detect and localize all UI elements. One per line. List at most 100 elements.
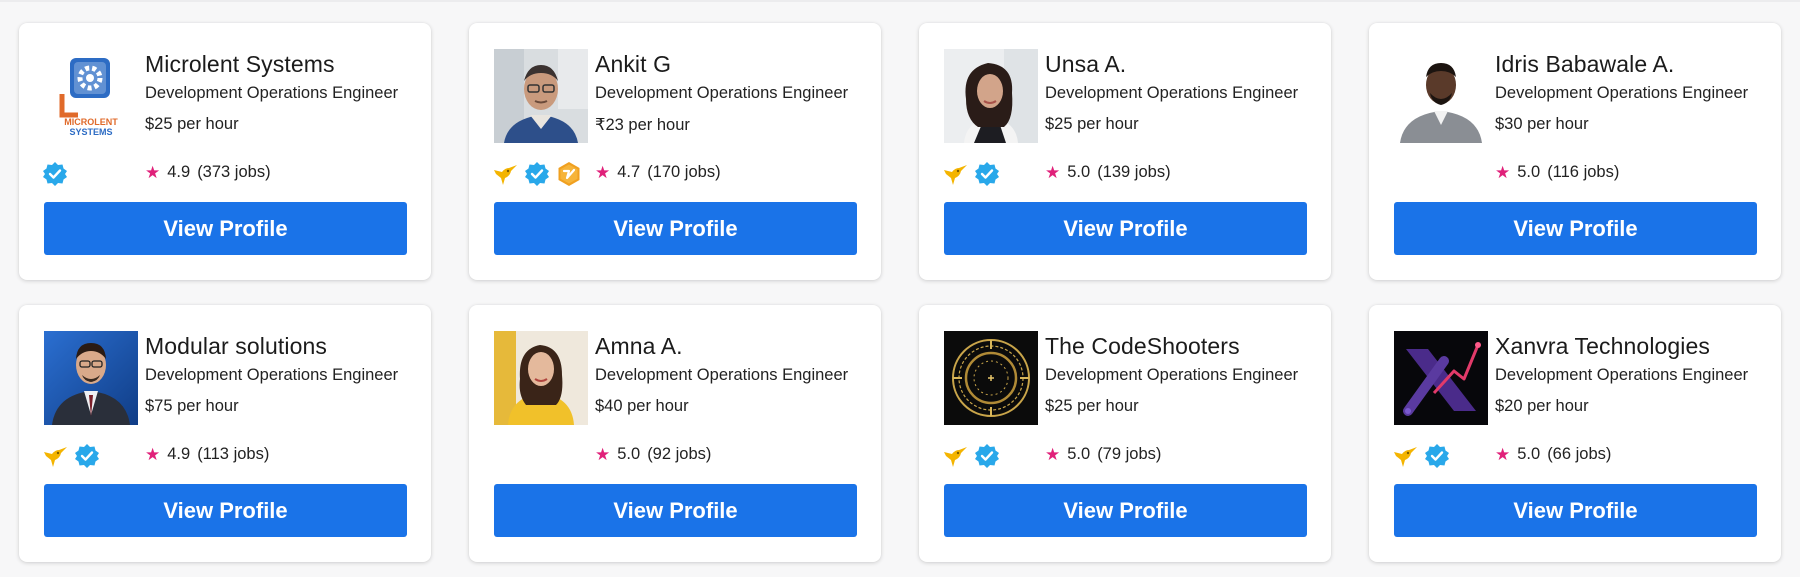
hourly-rate: $30 per hour (1495, 115, 1589, 133)
profile-photo (494, 331, 588, 425)
profile-photo (44, 331, 138, 425)
avatar[interactable] (44, 331, 138, 425)
badge-row (42, 442, 100, 470)
hourly-rate: $40 per hour (595, 397, 689, 415)
avatar[interactable] (944, 49, 1038, 143)
view-profile-button[interactable]: View Profile (494, 484, 857, 537)
star-icon: ★ (595, 445, 611, 464)
rating: ★ 5.0 (139 jobs) (1045, 163, 1171, 182)
badge-row (942, 442, 1000, 470)
rating: ★ 4.7 (170 jobs) (595, 163, 721, 182)
rating: ★ 5.0 (116 jobs) (1495, 163, 1619, 182)
jobs-count: (79 jobs) (1097, 445, 1162, 463)
avatar[interactable]: MICROLENT SYSTEMS (44, 49, 138, 143)
hourly-rate: ₹23 per hour (595, 116, 690, 134)
rating-value: 5.0 (1517, 445, 1541, 463)
freelancer-name[interactable]: Xanvra Technologies (1495, 333, 1710, 360)
star-icon: ★ (145, 163, 161, 182)
page-top-divider (0, 0, 1800, 2)
verified-badge-icon (75, 444, 99, 468)
rating-value: 4.9 (167, 445, 191, 463)
hourly-rate: $75 per hour (145, 397, 239, 415)
hummingbird-icon (494, 165, 517, 185)
freelancer-name[interactable]: Microlent Systems (145, 51, 335, 78)
view-profile-button[interactable]: View Profile (494, 202, 857, 255)
rating: ★ 5.0 (79 jobs) (1045, 445, 1161, 464)
hourly-rate: $20 per hour (1495, 397, 1589, 415)
hourly-rate: $25 per hour (145, 115, 239, 133)
logo-text-line1: MICROLENT (64, 117, 118, 127)
jobs-count: (139 jobs) (1097, 163, 1171, 181)
freelancer-role: Development Operations Engineer (1495, 84, 1749, 102)
freelancer-name[interactable]: The CodeShooters (1045, 333, 1240, 360)
freelancer-role: Development Operations Engineer (145, 84, 399, 102)
verified-badge-icon (1425, 444, 1449, 468)
rating: ★ 4.9 (113 jobs) (145, 445, 269, 464)
view-profile-button[interactable]: View Profile (44, 202, 407, 255)
verified-badge-icon (975, 162, 999, 186)
profile-photo (1394, 49, 1488, 143)
rating: ★ 5.0 (66 jobs) (1495, 445, 1611, 464)
avatar[interactable] (494, 49, 588, 143)
badge-row (492, 160, 582, 188)
view-profile-button[interactable]: View Profile (44, 484, 407, 537)
logo-text-line2: SYSTEMS (69, 127, 112, 137)
hummingbird-icon (944, 165, 967, 185)
freelancer-role: Development Operations Engineer (1495, 366, 1749, 384)
rating-value: 4.9 (167, 163, 191, 181)
jobs-count: (170 jobs) (647, 163, 721, 181)
view-profile-button[interactable]: View Profile (1394, 202, 1757, 255)
freelancer-name[interactable]: Ankit G (595, 51, 671, 78)
freelancer-card: The CodeShooters Development Operations … (919, 305, 1331, 562)
freelancer-role: Development Operations Engineer (595, 366, 849, 384)
avatar[interactable] (1394, 331, 1488, 425)
rating: ★ 5.0 (92 jobs) (595, 445, 711, 464)
hourly-rate: $25 per hour (1045, 397, 1139, 415)
star-icon: ★ (145, 445, 161, 464)
freelancer-role: Development Operations Engineer (595, 84, 849, 102)
freelancer-card: Ankit G Development Operations Engineer … (469, 23, 881, 280)
verified-badge-icon (975, 444, 999, 468)
badge-row (1392, 442, 1450, 470)
hourly-rate: $25 per hour (1045, 115, 1139, 133)
freelancer-card: Unsa A. Development Operations Engineer … (919, 23, 1331, 280)
freelancer-name[interactable]: Idris Babawale A. (1495, 51, 1674, 78)
star-icon: ★ (1495, 445, 1511, 464)
freelancer-card: Idris Babawale A. Development Operations… (1369, 23, 1781, 280)
jobs-count: (373 jobs) (197, 163, 271, 181)
view-profile-button[interactable]: View Profile (944, 484, 1307, 537)
codeshooters-logo (944, 331, 1038, 425)
pro-badge-icon (558, 162, 580, 186)
verified-badge-icon (43, 162, 67, 186)
freelancer-role: Development Operations Engineer (1045, 366, 1299, 384)
xanvra-logo (1394, 331, 1488, 425)
microlent-logo: MICROLENT SYSTEMS (44, 49, 138, 143)
rating-value: 5.0 (617, 445, 641, 463)
jobs-count: (116 jobs) (1547, 163, 1620, 181)
rating-value: 5.0 (1067, 163, 1091, 181)
view-profile-button[interactable]: View Profile (1394, 484, 1757, 537)
freelancer-grid: MICROLENT SYSTEMS Microlent Systems Deve… (19, 23, 1781, 562)
freelancer-card: MICROLENT SYSTEMS Microlent Systems Deve… (19, 23, 431, 280)
rating-value: 5.0 (1067, 445, 1091, 463)
freelancer-role: Development Operations Engineer (1045, 84, 1299, 102)
star-icon: ★ (595, 163, 611, 182)
star-icon: ★ (1045, 163, 1061, 182)
rating-value: 5.0 (1517, 163, 1541, 181)
profile-photo (494, 49, 588, 143)
freelancer-card: Modular solutions Development Operations… (19, 305, 431, 562)
jobs-count: (92 jobs) (647, 445, 712, 463)
avatar[interactable] (1394, 49, 1488, 143)
star-icon: ★ (1495, 163, 1511, 182)
freelancer-role: Development Operations Engineer (145, 366, 399, 384)
hummingbird-icon (1394, 447, 1417, 467)
hummingbird-icon (44, 447, 67, 467)
freelancer-name[interactable]: Modular solutions (145, 333, 327, 360)
view-profile-button[interactable]: View Profile (944, 202, 1307, 255)
avatar[interactable] (494, 331, 588, 425)
freelancer-name[interactable]: Unsa A. (1045, 51, 1126, 78)
badge-row (42, 160, 68, 188)
freelancer-name[interactable]: Amna A. (595, 333, 683, 360)
rating-value: 4.7 (617, 163, 641, 181)
avatar[interactable] (944, 331, 1038, 425)
